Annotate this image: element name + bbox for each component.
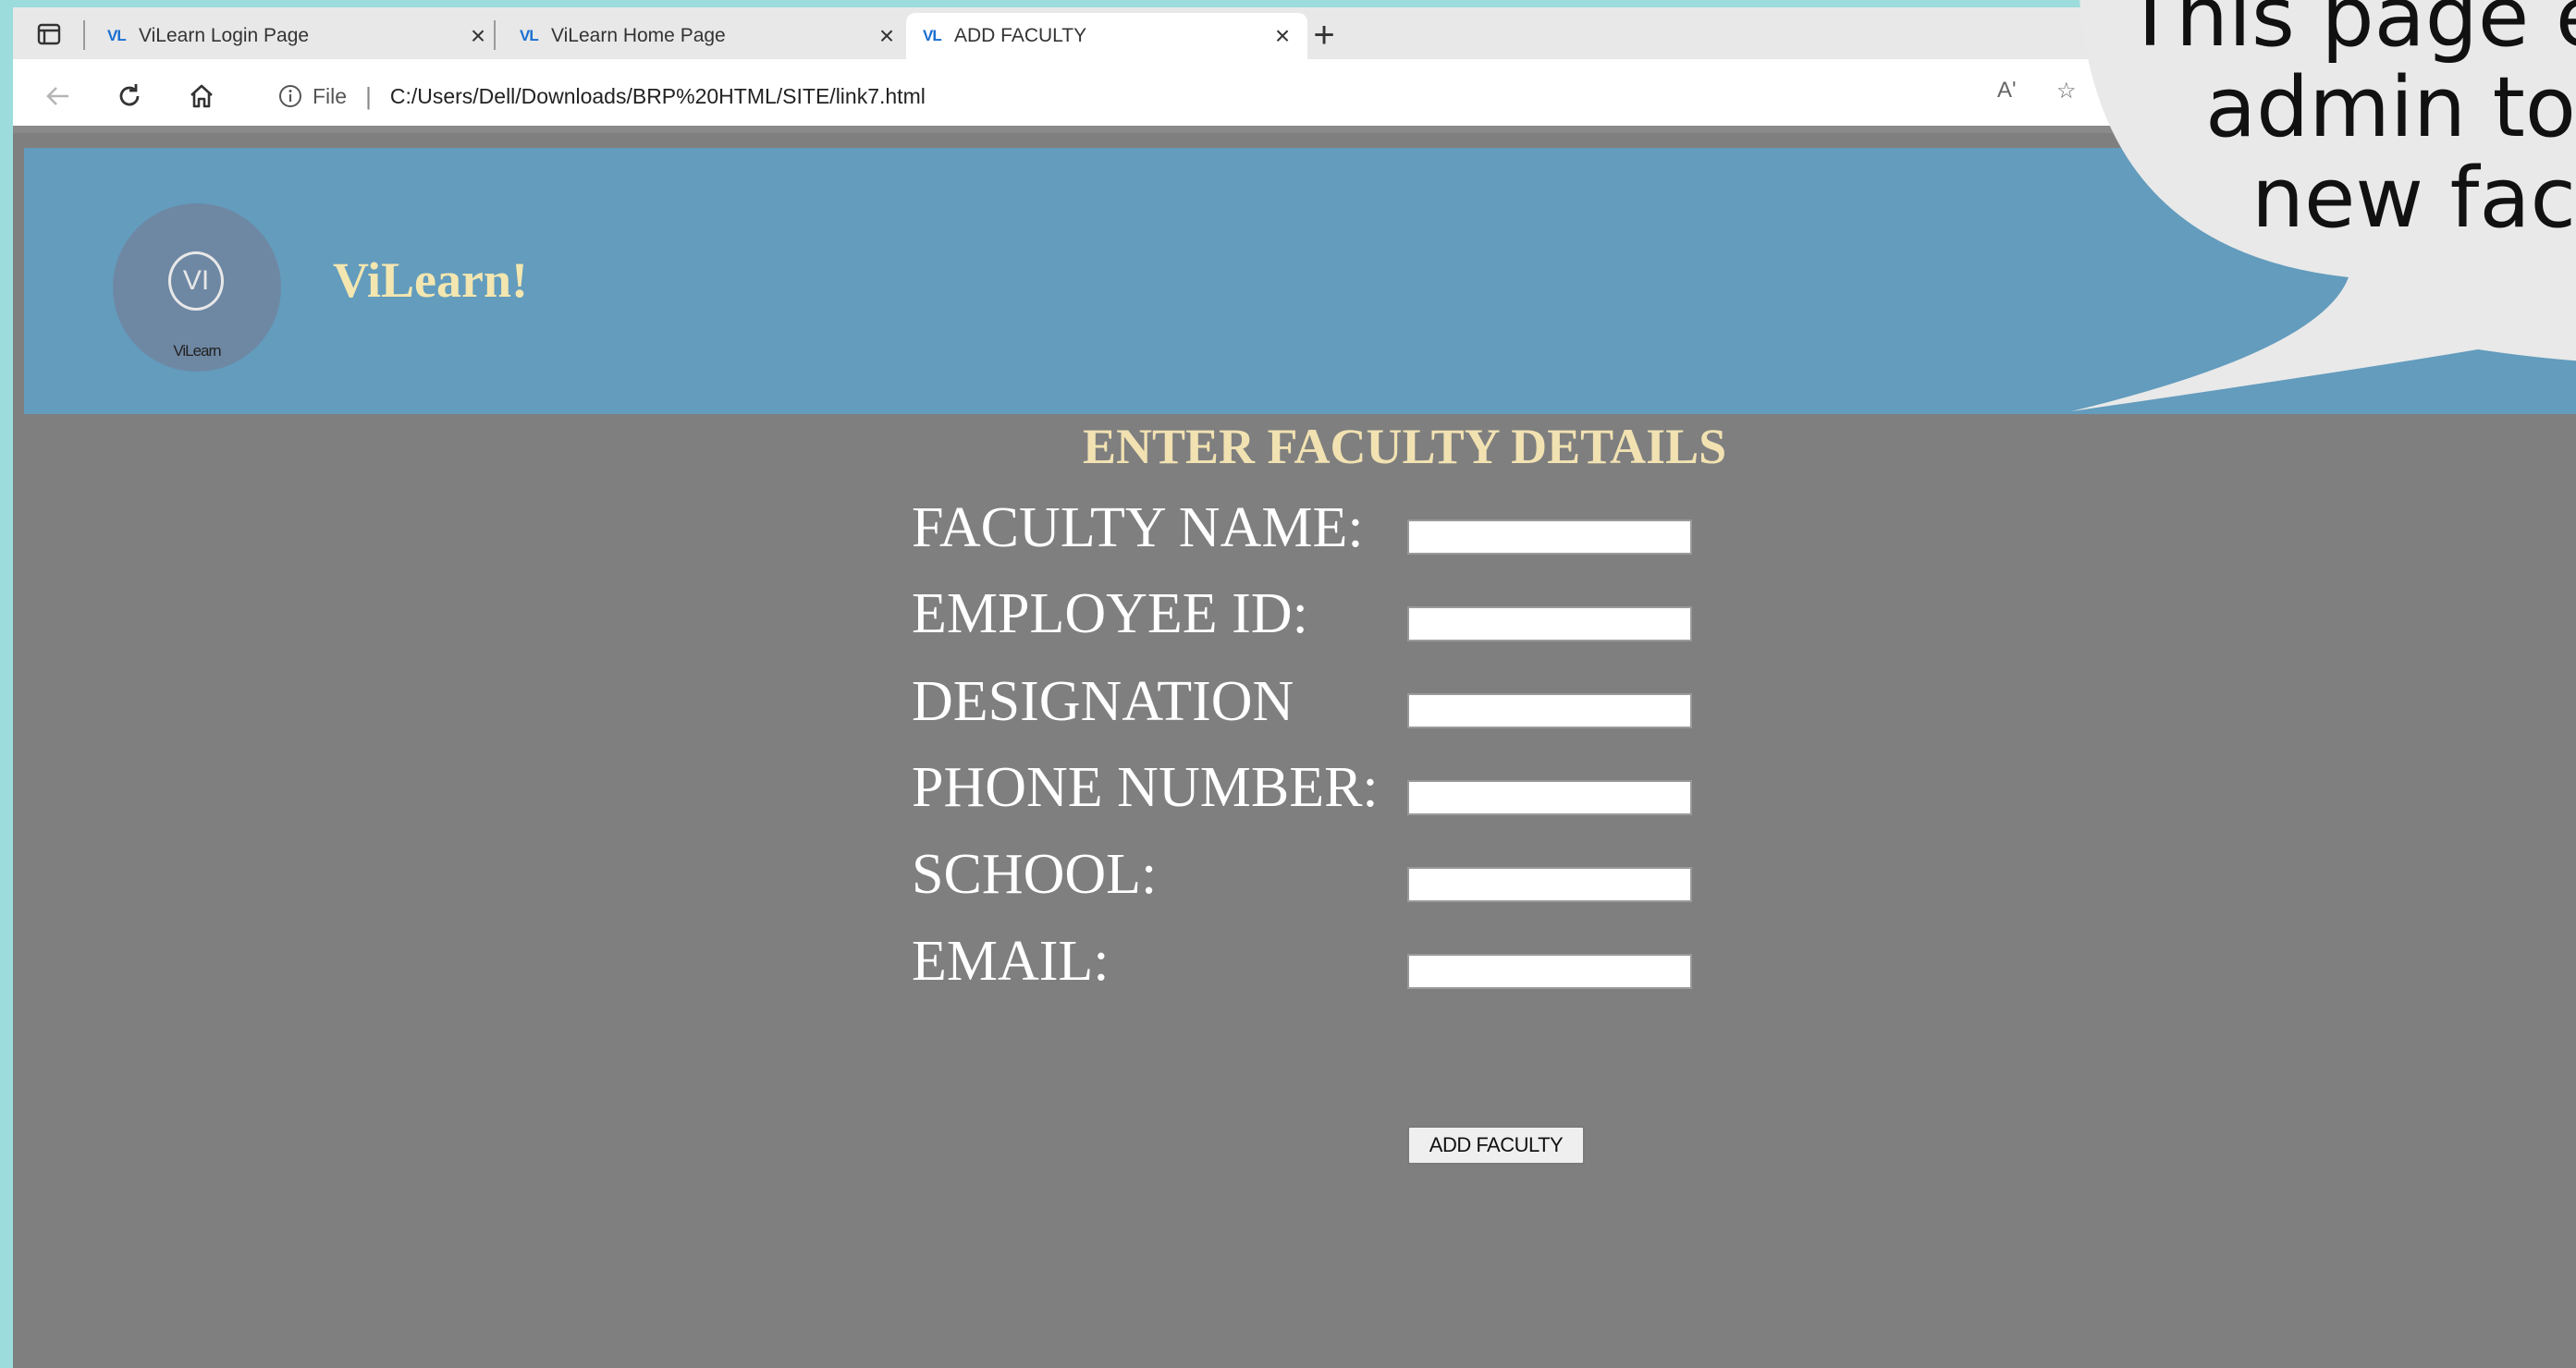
faculty-name-input[interactable]	[1407, 519, 1692, 555]
home-icon[interactable]	[185, 79, 218, 113]
email-input[interactable]	[1407, 954, 1692, 989]
form-title: ENTER FACULTY DETAILS	[1083, 419, 1727, 474]
tab-add-faculty[interactable]: VL ADD FACULTY ×	[906, 13, 1307, 59]
tab-actions-icon[interactable]	[35, 20, 63, 48]
email-label: EMAIL:	[912, 930, 1110, 993]
annotation-line: This page en	[2125, 0, 2576, 66]
logo-mark: VI	[168, 251, 224, 311]
tab-title: ViLearn Login Page	[139, 25, 310, 46]
address-separator: |	[365, 81, 372, 110]
close-tab-icon[interactable]: ×	[1267, 23, 1298, 49]
annotation-speech-bubble: This page en admin to a new facu	[2071, 0, 2576, 416]
info-icon[interactable]	[277, 83, 303, 109]
annotation-line: new facu	[2251, 150, 2576, 247]
school-label: SCHOOL:	[912, 843, 1158, 906]
tab-login[interactable]: VL ViLearn Login Page ×	[91, 13, 503, 59]
designation-label: DESIGNATION	[912, 670, 1294, 733]
vilearn-favicon-icon: VL	[923, 27, 942, 44]
tab-title: ViLearn Home Page	[551, 25, 726, 46]
logo-caption: ViLearn	[173, 342, 221, 360]
back-arrow-icon[interactable]	[41, 79, 74, 113]
employee-id-label: EMPLOYEE ID:	[912, 582, 1308, 645]
tab-home[interactable]: VL ViLearn Home Page ×	[503, 13, 912, 59]
tab-divider	[83, 20, 85, 50]
read-aloud-icon[interactable]: Aʹ	[1997, 78, 2017, 104]
new-tab-button[interactable]: +	[1306, 17, 1343, 54]
close-tab-icon[interactable]: ×	[462, 23, 494, 49]
tab-title: ADD FACULTY	[954, 25, 1087, 46]
add-faculty-button[interactable]: ADD FACULTY	[1407, 1126, 1585, 1165]
url-text[interactable]: C:/Users/Dell/Downloads/BRP%20HTML/SITE/…	[390, 84, 926, 109]
vilearn-favicon-icon: VL	[107, 27, 127, 44]
phone-number-input[interactable]	[1407, 780, 1692, 815]
tab-divider	[494, 20, 496, 50]
close-tab-icon[interactable]: ×	[871, 23, 902, 49]
brand-title: ViLearn!	[333, 252, 528, 308]
school-input[interactable]	[1407, 867, 1692, 902]
refresh-icon[interactable]	[113, 79, 146, 113]
vilearn-favicon-icon: VL	[520, 27, 539, 44]
file-label: File	[313, 83, 348, 108]
annotation-line: admin to a	[2205, 59, 2576, 156]
logo[interactable]: VI ViLearn	[113, 203, 281, 372]
designation-input[interactable]	[1407, 693, 1692, 728]
faculty-name-label: FACULTY NAME:	[912, 496, 1364, 559]
employee-id-input[interactable]	[1407, 606, 1692, 641]
phone-number-label: PHONE NUMBER:	[912, 756, 1379, 819]
